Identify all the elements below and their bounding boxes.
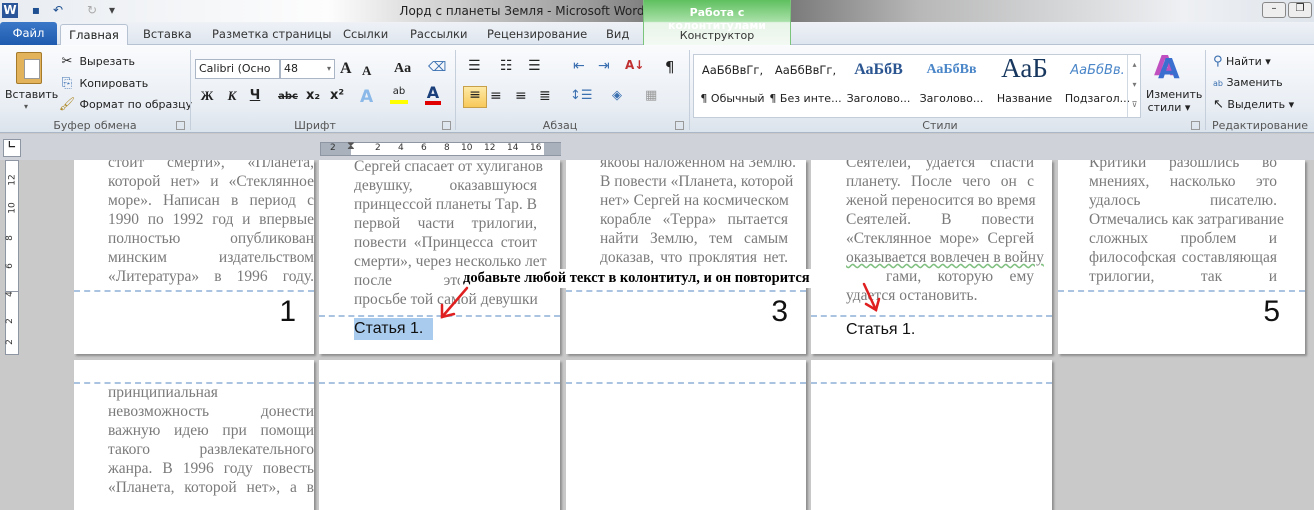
arrow-left-icon — [440, 286, 469, 319]
arrow-right-icon — [862, 282, 881, 312]
annotation-arrows — [440, 282, 881, 319]
